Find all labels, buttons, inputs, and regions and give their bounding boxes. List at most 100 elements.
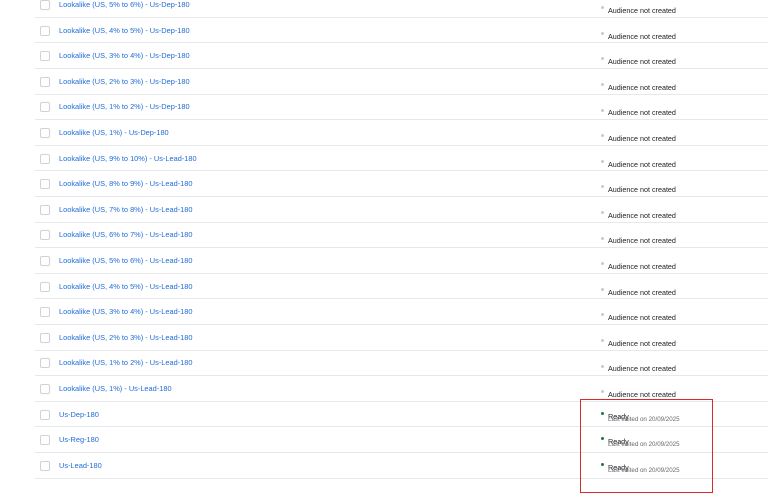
status-badge: Audience not created [601,77,676,95]
table-row[interactable]: Us-Lead-180 Ready Last edited on 20/09/202… [35,453,768,479]
status-dot-icon [601,339,604,343]
table-row[interactable]: Lookalike (US, 6% to 7%) - Us-Lead-180 Au… [35,223,768,249]
table-row[interactable]: Lookalike (US, 1%) - Us-Lead-180 Audience… [35,376,768,402]
row-checkbox[interactable] [40,204,50,215]
last-edited-text: Last edited on 20/09/2025 [608,466,680,474]
audience-name-link[interactable]: Lookalike (US, 6% to 7%) - Us-Lead-180 [59,230,193,239]
status-dot-icon [601,159,604,163]
row-checkbox[interactable] [40,76,50,87]
status-badge: Audience not created [601,384,676,402]
audience-name-link[interactable]: Lookalike (US, 1% to 2%) - Us-Lead-180 [59,358,193,367]
status-badge: Audience not created [601,128,676,146]
status-badge: Audience not created [601,51,676,69]
table-row[interactable]: Lookalike (US, 2% to 3%) - Us-Lead-180 Au… [35,325,768,351]
status-text: Audience not created [608,338,676,348]
status-dot-icon [601,108,604,112]
status-badge: Audience not created [601,230,676,248]
audience-name-link[interactable]: Lookalike (US, 2% to 3%) - Us-Lead-180 [59,333,193,342]
status-text: Audience not created [608,108,676,118]
status-dot-icon [601,83,604,87]
status-text: Audience not created [608,133,676,143]
row-checkbox[interactable] [40,255,50,266]
row-checkbox[interactable] [40,51,50,62]
status-dot-icon [601,134,604,138]
audience-name-link[interactable]: Us-Reg-180 [59,435,99,444]
audience-name-link[interactable]: Lookalike (US, 3% to 4%) - Us-Lead-180 [59,307,193,316]
status-dot-icon [601,313,604,317]
last-edited-text: Last edited on 20/09/2025 [608,415,680,423]
status-dot-icon [601,437,604,441]
table-row[interactable]: Lookalike (US, 9% to 10%) - Us-Lead-180 A… [35,146,768,172]
audience-name-link[interactable]: Lookalike (US, 3% to 4%) - Us-Dep-180 [59,51,190,60]
status-badge: Audience not created [601,256,676,274]
audience-name-link[interactable]: Lookalike (US, 1% to 2%) - Us-Dep-180 [59,102,190,111]
table-row[interactable]: Lookalike (US, 5% to 6%) - Us-Dep-180 Aud… [35,0,768,18]
status-dot-icon [601,411,604,415]
row-checkbox[interactable] [40,409,50,420]
status-text: Audience not created [608,185,676,195]
status-dot-icon [601,185,604,189]
table-row[interactable]: Lookalike (US, 3% to 4%) - Us-Dep-180 Aud… [35,43,768,69]
status-text: Audience not created [608,210,676,220]
status-text: Audience not created [608,389,676,399]
status-dot-icon [601,31,604,35]
status-badge: Audience not created [601,154,676,172]
row-checkbox[interactable] [40,127,50,138]
table-row[interactable]: Lookalike (US, 1% to 2%) - Us-Lead-180 Au… [35,351,768,377]
status-dot-icon [601,236,604,240]
status-badge: Audience not created [601,282,676,300]
audience-name-link[interactable]: Lookalike (US, 1%) - Us-Lead-180 [59,384,172,393]
row-checkbox[interactable] [40,332,50,343]
audience-name-link[interactable]: Lookalike (US, 5% to 6%) - Us-Dep-180 [59,0,190,9]
status-badge: Audience not created [601,358,676,376]
audience-name-link[interactable]: Us-Dep-180 [59,410,99,419]
status-text: Audience not created [608,31,676,41]
audience-name-link[interactable]: Us-Lead-180 [59,461,102,470]
table-row[interactable]: Lookalike (US, 3% to 4%) - Us-Lead-180 Au… [35,299,768,325]
row-checkbox[interactable] [40,435,50,446]
status-text: Audience not created [608,261,676,271]
table-row[interactable]: Us-Dep-180 Ready Last edited on 20/09/2025 [35,402,768,428]
row-checkbox[interactable] [40,25,50,36]
table-row[interactable]: Lookalike (US, 4% to 5%) - Us-Lead-180 Au… [35,274,768,300]
table-row[interactable]: Lookalike (US, 7% to 8%) - Us-Lead-180 Au… [35,197,768,223]
status-dot-icon [601,463,604,467]
status-dot-icon [601,57,604,61]
row-checkbox[interactable] [40,460,50,471]
status-dot-icon [601,390,604,394]
status-text: Audience not created [608,6,676,15]
audience-name-link[interactable]: Lookalike (US, 1%) - Us-Dep-180 [59,128,169,137]
audience-name-link[interactable]: Lookalike (US, 7% to 8%) - Us-Lead-180 [59,205,193,214]
status-text: Audience not created [608,57,676,67]
status-text: Audience not created [608,159,676,169]
audience-name-link[interactable]: Lookalike (US, 2% to 3%) - Us-Dep-180 [59,77,190,86]
status-dot-icon [601,262,604,266]
table-row[interactable]: Lookalike (US, 1%) - Us-Dep-180 Audience … [35,120,768,146]
row-checkbox[interactable] [40,102,50,113]
row-checkbox[interactable] [40,153,50,164]
row-checkbox[interactable] [40,383,50,394]
audience-name-link[interactable]: Lookalike (US, 4% to 5%) - Us-Lead-180 [59,282,193,291]
row-checkbox[interactable] [40,281,50,292]
row-checkbox[interactable] [40,307,50,318]
status-text: Audience not created [608,364,676,374]
table-row[interactable]: Lookalike (US, 8% to 9%) - Us-Lead-180 Au… [35,171,768,197]
table-row[interactable]: Lookalike (US, 1% to 2%) - Us-Dep-180 Aud… [35,95,768,121]
audience-name-link[interactable]: Lookalike (US, 8% to 9%) - Us-Lead-180 [59,179,193,188]
table-row[interactable]: Lookalike (US, 5% to 6%) - Us-Lead-180 Au… [35,248,768,274]
status-badge: Audience not created [601,26,676,44]
audience-table: Lookalike (US, 5% to 6%) - Us-Dep-180 Aud… [0,0,768,498]
row-checkbox[interactable] [40,0,50,10]
status-text: Audience not created [608,236,676,246]
table-row[interactable]: Us-Reg-180 Ready Last edited on 20/09/2025 [35,427,768,453]
row-checkbox[interactable] [40,230,50,241]
audience-name-link[interactable]: Lookalike (US, 4% to 5%) - Us-Dep-180 [59,26,190,35]
status-dot-icon [601,6,604,10]
table-row[interactable]: Lookalike (US, 2% to 3%) - Us-Dep-180 Aud… [35,69,768,95]
audience-name-link[interactable]: Lookalike (US, 5% to 6%) - Us-Lead-180 [59,256,193,265]
row-checkbox[interactable] [40,358,50,369]
row-checkbox[interactable] [40,179,50,190]
status-text: Audience not created [608,313,676,323]
audience-name-link[interactable]: Lookalike (US, 9% to 10%) - Us-Lead-180 [59,154,197,163]
table-row[interactable]: Lookalike (US, 4% to 5%) - Us-Dep-180 Aud… [35,18,768,44]
